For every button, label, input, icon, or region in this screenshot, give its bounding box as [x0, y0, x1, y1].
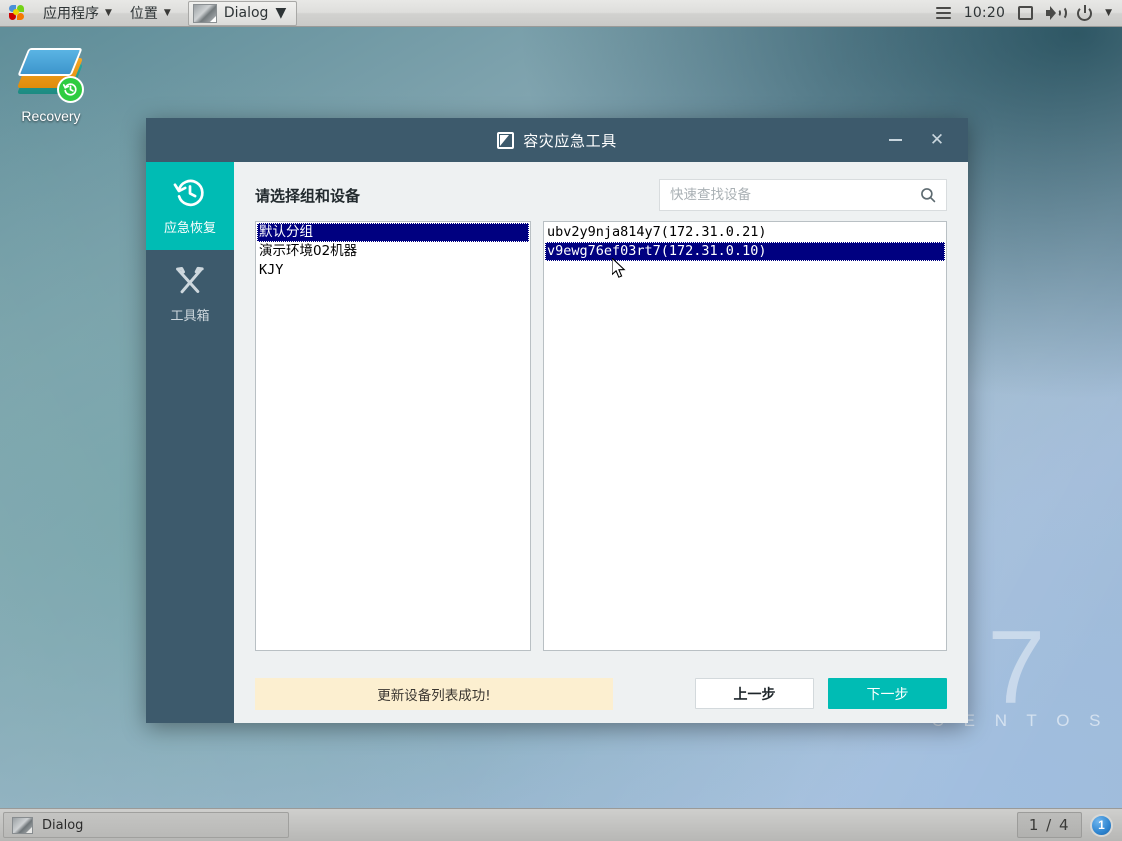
taskbar-item-label: Dialog [42, 817, 84, 833]
footer-buttons: 上一步 下一步 [695, 678, 947, 709]
top-panel-left: 应用程序 ▼ 位置 ▼ Dialog ▼ [0, 0, 298, 27]
gnome-footprint-icon [9, 5, 25, 21]
menu-places-label: 位置 [129, 6, 158, 22]
list-item[interactable]: 演示环境02机器 [257, 242, 529, 261]
system-menu-button[interactable] [935, 7, 951, 19]
speaker-icon [1046, 6, 1068, 20]
menu-applications[interactable]: 应用程序 ▼ [34, 0, 121, 27]
chevron-down-icon: ▼ [275, 5, 287, 21]
menu-places[interactable]: 位置 ▼ [121, 0, 180, 27]
window-list-button-dialog[interactable]: Dialog ▼ [187, 0, 298, 26]
group-listbox[interactable]: 默认分组 演示环境02机器 KJY [255, 221, 531, 651]
history-clock-icon [173, 176, 207, 210]
volume-button[interactable] [1046, 6, 1068, 20]
list-item[interactable]: 默认分组 [257, 223, 529, 242]
workspace-area: 1 / 4 1 [1016, 812, 1122, 838]
search-box[interactable] [659, 179, 947, 211]
next-step-button[interactable]: 下一步 [828, 678, 947, 709]
gnome-logo-button[interactable] [0, 0, 34, 27]
top-panel-status-area: 10:20 ▼ [935, 0, 1122, 27]
bottom-panel: Dialog 1 / 4 1 [0, 808, 1122, 841]
status-banner: 更新设备列表成功! [255, 677, 613, 710]
notification-badge[interactable]: 1 [1090, 813, 1113, 837]
previous-step-button[interactable]: 上一步 [695, 678, 814, 709]
main-header: 请选择组和设备 [255, 179, 947, 211]
dialog-titlebar[interactable]: 容灾应急工具 ✕ [146, 118, 968, 162]
dialog-main-pane: 请选择组和设备 默认分组 演示环境02机器 KJY [234, 162, 968, 723]
clock-label: 10:20 [963, 5, 1006, 21]
clock-button[interactable]: 10:20 [964, 5, 1005, 21]
chevron-down-icon: ▼ [105, 7, 112, 18]
dialog-title-group: 容灾应急工具 [146, 130, 968, 151]
window-thumbnail-icon [192, 3, 217, 23]
dialog-body: 应急恢复 工具箱 请选择组和设备 快速查找设备 默认分组 演示环境02机器 KJ… [146, 162, 968, 723]
workspace-switcher[interactable]: 1 / 4 [1016, 812, 1082, 838]
power-icon [1077, 4, 1093, 21]
window-thumbnail-icon [12, 816, 33, 834]
dialog-window: 容灾应急工具 ✕ 应急恢复 工具箱 请选择组和设备 快速查找设备 默认分组 演示… [146, 118, 968, 723]
sidebar-item-label: 工具箱 [170, 309, 210, 324]
page-title: 请选择组和设备 [255, 186, 361, 205]
power-menu-button[interactable] [1077, 4, 1093, 21]
chevron-down-icon: ▼ [163, 7, 171, 18]
list-item[interactable]: v9ewg76ef03rt7(172.31.0.10) [545, 242, 945, 261]
window-controls: ✕ [874, 118, 968, 162]
recovery-books-clock-icon [16, 44, 84, 104]
minimize-button[interactable] [874, 118, 916, 162]
dialog-title: 容灾应急工具 [523, 131, 617, 150]
top-panel: 应用程序 ▼ 位置 ▼ Dialog ▼ 10:20 ▼ [0, 0, 1122, 27]
list-item[interactable]: KJY [257, 261, 529, 280]
dialog-sidebar: 应急恢复 工具箱 [146, 162, 234, 723]
menu-applications-label: 应用程序 [43, 6, 99, 22]
display-button[interactable] [1018, 6, 1034, 20]
list-item[interactable]: ubv2y9nja814y7(172.31.0.21) [545, 223, 945, 242]
lists-row: 默认分组 演示环境02机器 KJY ubv2y9nja814y7(172.31.… [255, 221, 947, 651]
hamburger-icon [935, 7, 951, 19]
sidebar-item-label: 应急恢复 [163, 221, 216, 236]
sidebar-item-emergency-recovery[interactable]: 应急恢复 [146, 162, 234, 250]
desktop-icon-label: Recovery [21, 108, 81, 124]
tools-hammer-wrench-icon [173, 264, 207, 298]
app-logo-icon [497, 131, 515, 149]
sidebar-item-toolbox[interactable]: 工具箱 [146, 250, 234, 338]
search-icon[interactable] [919, 186, 937, 204]
close-button[interactable]: ✕ [916, 118, 958, 162]
chevron-down-icon[interactable]: ▼ [1105, 8, 1112, 18]
device-listbox[interactable]: ubv2y9nja814y7(172.31.0.21) v9ewg76ef03r… [543, 221, 947, 651]
desktop-icon-recovery[interactable]: Recovery [8, 44, 94, 124]
window-list-button-label: Dialog [223, 5, 269, 21]
taskbar-item-dialog[interactable]: Dialog [3, 812, 289, 838]
dialog-footer: 更新设备列表成功! 上一步 下一步 [255, 651, 947, 723]
search-input[interactable] [670, 187, 919, 203]
display-icon [1018, 6, 1034, 20]
